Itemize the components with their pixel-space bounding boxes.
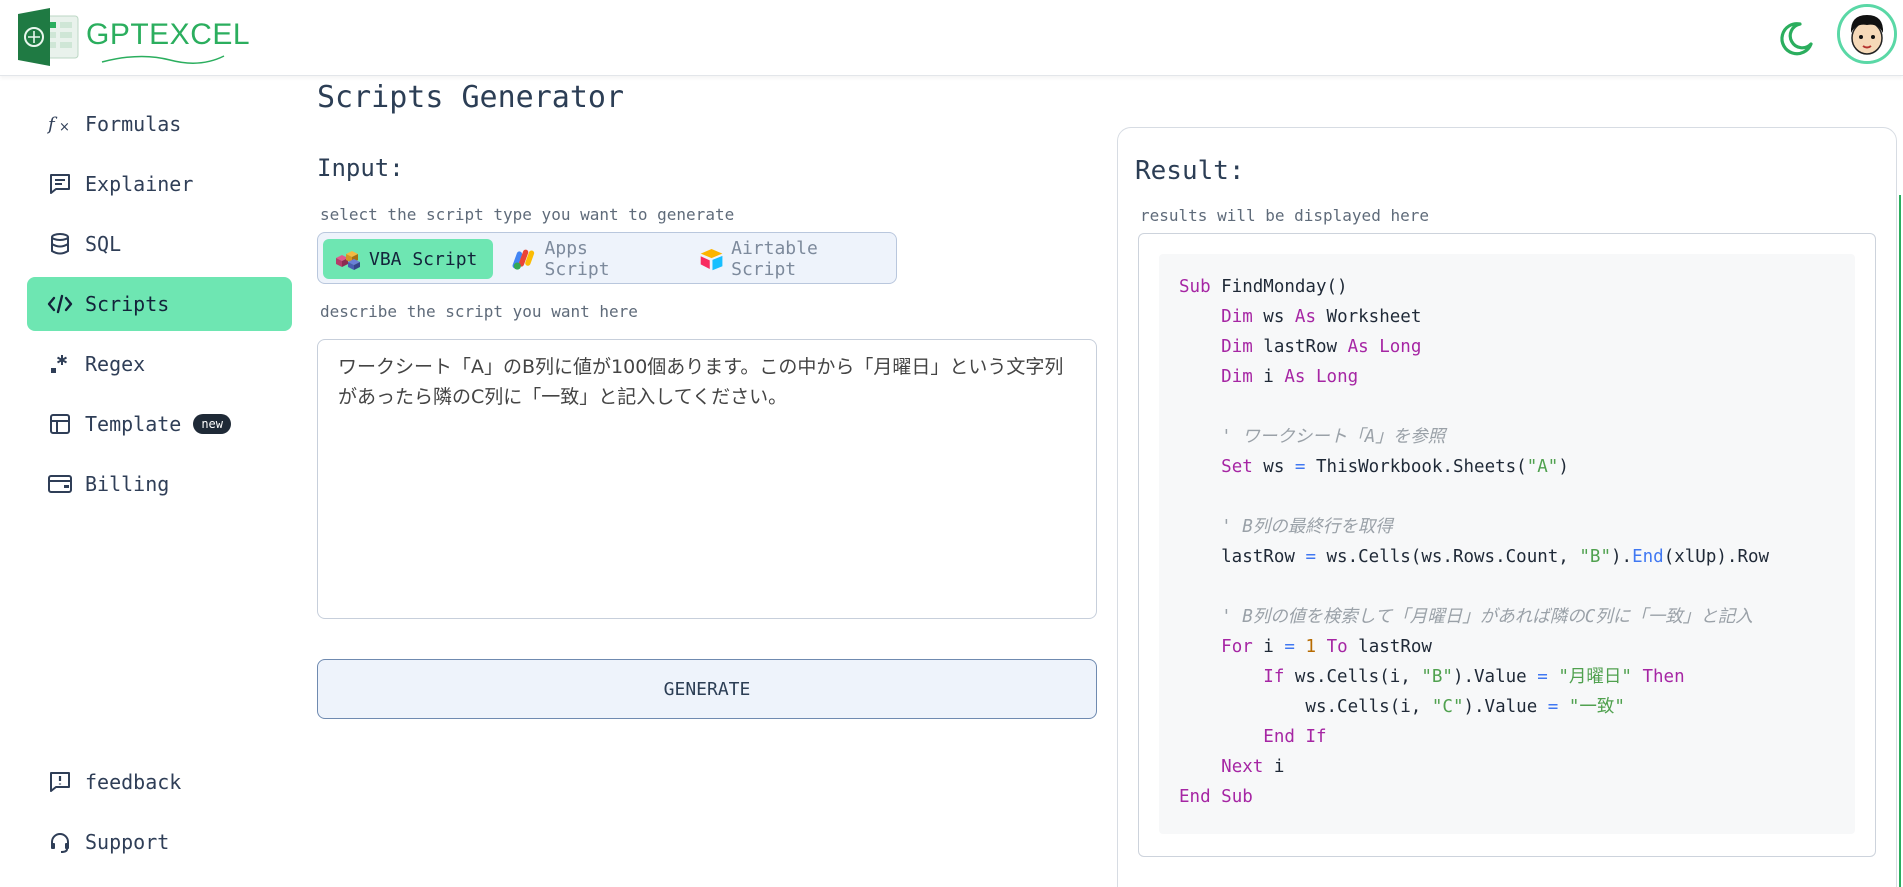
sidebar-item-label: feedback bbox=[85, 770, 182, 794]
script-type-selector: VBA Script Apps Script Airtable Script bbox=[317, 232, 897, 284]
sidebar-item-template[interactable]: Template new bbox=[27, 397, 292, 451]
result-panel: Result: results will be displayed here S… bbox=[1117, 127, 1897, 887]
generate-button[interactable]: GENERATE bbox=[317, 659, 1097, 719]
sidebar-item-explainer[interactable]: Explainer bbox=[27, 157, 292, 211]
top-header: GPTEXCEL bbox=[0, 0, 1903, 76]
sidebar-item-label: Template bbox=[85, 412, 182, 436]
code-line: Sub FindMonday() bbox=[1179, 277, 1348, 297]
script-description-input[interactable]: ワークシート「A」のB列に値が100個あります。この中から「月曜日」という文字列… bbox=[317, 339, 1097, 619]
code-line: End If bbox=[1263, 727, 1327, 747]
input-label: Input: bbox=[317, 154, 404, 182]
feedback-icon bbox=[47, 769, 73, 795]
code-line: Dim lastRow As Long bbox=[1221, 337, 1422, 357]
sidebar: f × Formulas Explainer SQL Scripts Regex … bbox=[0, 77, 300, 887]
sidebar-item-label: Regex bbox=[85, 352, 146, 376]
describe-hint: describe the script you want here bbox=[320, 302, 638, 321]
result-title: Result: bbox=[1135, 156, 1245, 186]
script-type-label: VBA Script bbox=[369, 248, 478, 270]
vba-blocks-icon bbox=[336, 251, 360, 270]
sidebar-item-billing[interactable]: Billing bbox=[27, 457, 292, 511]
sidebar-item-label: Explainer bbox=[85, 172, 194, 196]
new-badge: new bbox=[193, 414, 232, 434]
sidebar-item-support[interactable]: Support bbox=[27, 815, 292, 869]
code-line: For i = 1 To lastRow bbox=[1221, 637, 1432, 657]
sidebar-item-label: SQL bbox=[85, 232, 122, 256]
result-hint: results will be displayed here bbox=[1140, 206, 1429, 225]
code-line: ' B列の値を検索して「月曜日」があれば隣のC列に「一致」と記入 bbox=[1221, 607, 1753, 627]
script-type-airtable[interactable]: Airtable Script bbox=[688, 238, 888, 280]
script-type-label: Airtable Script bbox=[731, 238, 818, 280]
script-type-apps-script[interactable]: Apps Script bbox=[502, 238, 660, 280]
page-title: Scripts Generator bbox=[317, 80, 625, 115]
result-output-box: Sub FindMonday() Dim ws As Worksheet Dim… bbox=[1138, 233, 1876, 857]
app-logo[interactable]: GPTEXCEL bbox=[16, 6, 250, 68]
code-line: lastRow = ws.Cells(ws.Rows.Count, "B").E… bbox=[1179, 547, 1770, 567]
sidebar-item-scripts[interactable]: Scripts bbox=[27, 277, 292, 331]
chat-lines-icon bbox=[47, 171, 73, 197]
sidebar-item-label: Billing bbox=[85, 472, 170, 496]
code-line: ' ワークシート「A」を参照 bbox=[1221, 427, 1446, 447]
script-type-hint: select the script type you want to gener… bbox=[320, 205, 735, 224]
headset-icon bbox=[47, 829, 73, 855]
user-avatar[interactable] bbox=[1837, 4, 1897, 64]
apps-script-icon bbox=[512, 249, 535, 270]
generated-code-block[interactable]: Sub FindMonday() Dim ws As Worksheet Dim… bbox=[1159, 254, 1855, 834]
airtable-icon bbox=[700, 249, 723, 271]
code-line: ws.Cells(i, "C").Value = "一致" bbox=[1179, 697, 1625, 717]
script-type-vba[interactable]: VBA Script bbox=[323, 239, 493, 279]
excel-logo-icon bbox=[16, 8, 80, 66]
regex-icon bbox=[47, 351, 73, 377]
sidebar-item-feedback[interactable]: feedback bbox=[27, 755, 292, 809]
code-line: End Sub bbox=[1179, 787, 1253, 807]
code-line: Next i bbox=[1221, 757, 1285, 777]
sidebar-item-label: Scripts bbox=[85, 292, 170, 316]
sidebar-item-formulas[interactable]: f × Formulas bbox=[27, 97, 292, 151]
scrollbar[interactable] bbox=[1899, 195, 1901, 887]
code-icon bbox=[47, 291, 73, 317]
code-line: Set ws = ThisWorkbook.Sheets("A") bbox=[1221, 457, 1569, 477]
code-line: Dim ws As Worksheet bbox=[1221, 307, 1422, 327]
sidebar-item-label: Support bbox=[85, 830, 170, 854]
svg-text:×: × bbox=[59, 120, 70, 135]
table-icon bbox=[47, 411, 73, 437]
script-type-label: Apps Script bbox=[544, 238, 610, 280]
sidebar-item-sql[interactable]: SQL bbox=[27, 217, 292, 271]
code-line: ' B列の最終行を取得 bbox=[1221, 517, 1393, 537]
wallet-icon bbox=[47, 471, 73, 497]
svg-text:f: f bbox=[47, 114, 58, 135]
sidebar-item-label: Formulas bbox=[85, 112, 182, 136]
function-icon: f × bbox=[47, 111, 73, 137]
logo-wordmark: GPTEXCEL bbox=[86, 18, 251, 51]
moon-icon[interactable] bbox=[1776, 18, 1816, 58]
logo-swoosh-icon bbox=[101, 55, 225, 64]
sidebar-item-regex[interactable]: Regex bbox=[27, 337, 292, 391]
database-icon bbox=[47, 231, 73, 257]
code-line: If ws.Cells(i, "B").Value = "月曜日" Then bbox=[1263, 667, 1685, 687]
code-line: Dim i As Long bbox=[1221, 367, 1359, 387]
